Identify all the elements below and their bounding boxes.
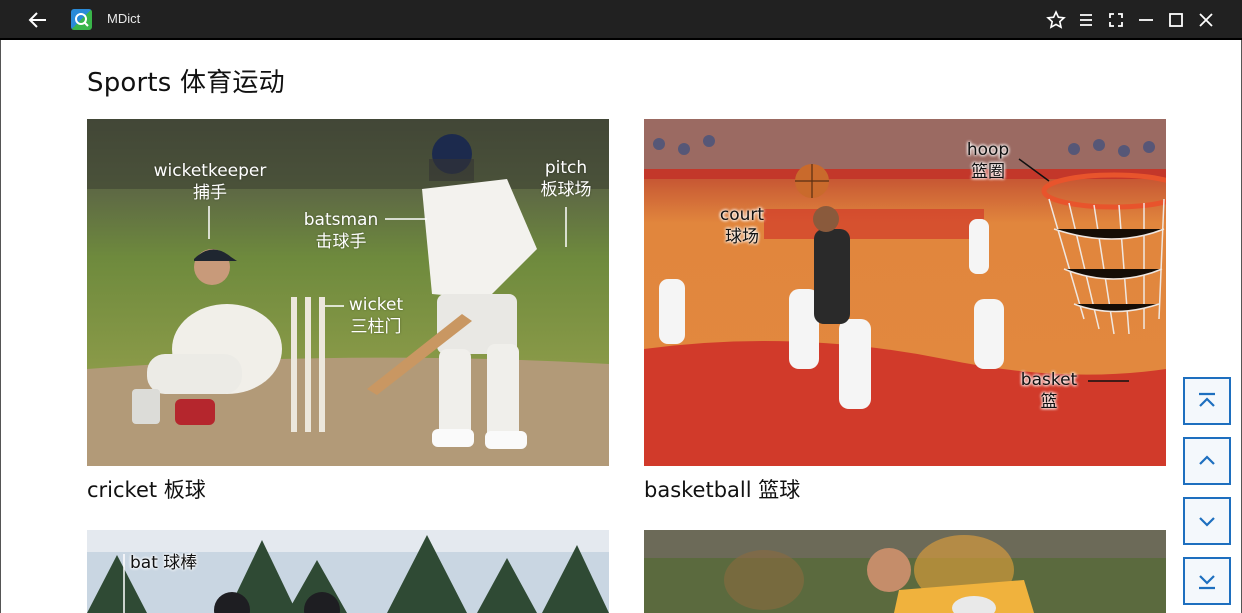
label-wicket-en: wicket: [348, 295, 404, 315]
label-batsman: batsman 击球手: [301, 209, 381, 253]
scroll-to-top-icon: [1199, 392, 1215, 407]
app-title: MDict: [107, 11, 141, 26]
label-pitch: pitch 板球场: [535, 157, 597, 201]
label-bat: bat 球棒: [130, 553, 198, 573]
cricket-image: wicketkeeper 捕手 batsman 击球手 pitch 板球场 wi…: [87, 119, 609, 466]
label-batsman-zh: 击球手: [315, 232, 367, 252]
pin-icon[interactable]: [1045, 9, 1067, 31]
fullscreen-icon[interactable]: [1105, 9, 1127, 31]
scroll-up-button[interactable]: [1183, 437, 1231, 485]
label-pitch-zh: 板球场: [540, 180, 592, 200]
title-bar: MDict: [0, 0, 1242, 40]
label-pitch-en: pitch: [544, 158, 588, 178]
scroll-to-bottom-icon: [1199, 575, 1215, 590]
label-basket-zh: 篮: [1040, 392, 1058, 412]
label-court: court 球场: [714, 204, 770, 248]
label-court-zh: 球场: [725, 227, 759, 247]
back-arrow-icon[interactable]: [26, 9, 50, 31]
scroll-to-bottom-button[interactable]: [1183, 557, 1231, 605]
scroll-down-button[interactable]: [1183, 497, 1231, 545]
label-basket-en: basket: [1020, 370, 1078, 390]
label-hoop: hoop 篮圈: [960, 139, 1016, 183]
maximize-icon[interactable]: [1165, 9, 1187, 31]
cricket-caption: cricket 板球: [87, 478, 206, 502]
rugby-image: [644, 530, 1166, 613]
label-hoop-en: hoop: [966, 140, 1010, 160]
minimize-icon[interactable]: [1135, 9, 1157, 31]
baseball-image: bat 球棒: [87, 530, 609, 613]
basketball-image: hoop 篮圈 court 球场 basket 篮: [644, 119, 1166, 466]
label-court-en: court: [719, 205, 765, 225]
label-wicketkeeper-zh: 捕手: [193, 183, 227, 203]
label-hoop-zh: 篮圈: [971, 162, 1005, 182]
label-wicketkeeper: wicketkeeper 捕手: [149, 160, 271, 204]
label-wicket-zh: 三柱门: [350, 317, 402, 337]
label-wicket: wicket 三柱门: [345, 294, 407, 338]
label-basket: basket 篮: [1014, 369, 1084, 413]
menu-icon[interactable]: [1075, 9, 1097, 31]
scroll-up-icon: [1199, 455, 1215, 465]
scroll-to-top-button[interactable]: [1183, 377, 1231, 425]
close-icon[interactable]: [1195, 9, 1217, 31]
mdict-app-icon: [71, 9, 92, 30]
basketball-caption: basketball 篮球: [644, 478, 801, 502]
scroll-down-icon: [1199, 517, 1215, 527]
page-heading: Sports 体育运动: [87, 68, 285, 98]
label-wicketkeeper-en: wicketkeeper: [153, 161, 267, 181]
label-batsman-en: batsman: [303, 210, 379, 230]
